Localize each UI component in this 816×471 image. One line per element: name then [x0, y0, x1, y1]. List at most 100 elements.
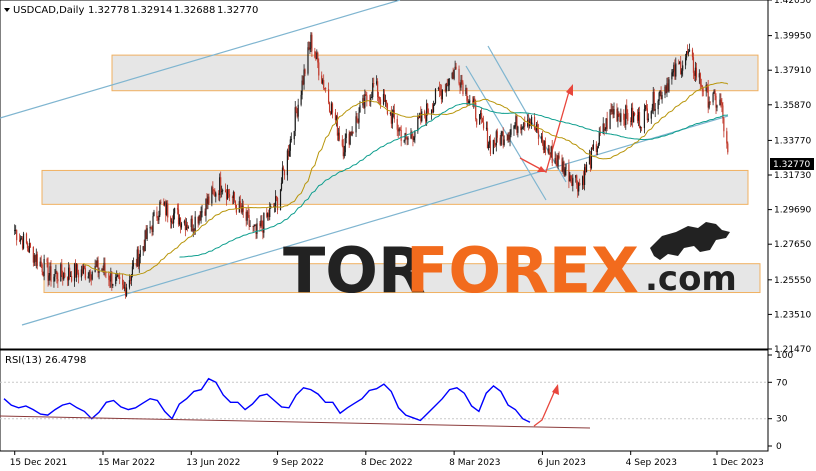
candle-body [613, 109, 615, 115]
candle-body [503, 139, 505, 146]
candle-body [328, 102, 331, 112]
candle-body [453, 69, 455, 79]
candle-body [159, 201, 161, 216]
candle-body [489, 140, 492, 154]
price-legend: USDCAD,Daily 1.32778 1.32914 1.32688 1.3… [4, 5, 258, 16]
candle-body [424, 111, 426, 116]
candle-body [500, 132, 502, 145]
candle-body [318, 62, 320, 76]
y-tick-label: 1.25550 [774, 276, 811, 286]
candle-body [496, 131, 498, 138]
candle-body [36, 254, 38, 266]
candle-body [224, 190, 227, 193]
candle-body [283, 169, 286, 176]
candle-body [91, 271, 93, 280]
candle-body [309, 48, 311, 50]
candle-body [576, 175, 578, 185]
candle-body [239, 201, 241, 208]
candle-body [208, 196, 210, 204]
candle-body [118, 275, 120, 277]
candle-body [256, 223, 258, 234]
candle-body [700, 84, 702, 86]
candle-body [687, 51, 690, 54]
candle-body [702, 90, 704, 92]
candle-body [104, 262, 106, 272]
brand-tor: TOR [283, 234, 426, 307]
candle-body [681, 70, 683, 75]
y-tick-label: 1.31730 [774, 171, 811, 181]
candle-body [646, 108, 648, 121]
candle-body [723, 118, 725, 132]
candle-body [327, 89, 330, 103]
candle-body [212, 187, 214, 191]
candle-body [281, 167, 284, 183]
rsi-y-tick-label: 0 [776, 442, 782, 452]
candle-body [275, 196, 278, 198]
current-price-label: 1.32770 [773, 160, 810, 170]
candle-body [290, 139, 292, 141]
candle-body [393, 110, 395, 120]
candle-body [234, 201, 237, 205]
candle-body [187, 227, 189, 229]
candle-body [344, 138, 346, 153]
candle-body [438, 88, 441, 91]
x-tick-label: 15 Mar 2022 [98, 458, 155, 468]
candle-body [623, 113, 625, 120]
candle-body [247, 211, 249, 216]
candle-body [461, 79, 463, 83]
candle-body [233, 192, 236, 202]
candle-body [643, 109, 646, 129]
x-tick-label: 1 Dec 2023 [712, 458, 764, 468]
candle-body [131, 266, 134, 275]
candle-body [138, 257, 140, 267]
candle-body [289, 139, 291, 151]
y-tick-label: 1.23510 [774, 310, 811, 320]
rsi-y-tick-label: 70 [776, 378, 788, 388]
candle-body [87, 276, 89, 279]
candle-body [458, 68, 460, 84]
candle-body [317, 52, 319, 63]
candle-body [201, 211, 203, 213]
candle-body [650, 111, 652, 119]
candle-body [377, 81, 379, 97]
candle-body [288, 150, 290, 157]
candle-body [446, 83, 448, 86]
candle-body [414, 131, 416, 138]
candle-body [606, 118, 608, 129]
candle-body [427, 103, 429, 114]
candle-body [356, 116, 358, 120]
candle-body [590, 147, 593, 169]
candle-body [570, 175, 572, 180]
candle-body [220, 177, 222, 193]
candle-body [487, 144, 490, 149]
candle-body [248, 215, 250, 227]
candle-body [46, 259, 48, 263]
x-tick-label: 6 Jun 2023 [537, 458, 585, 468]
candle-body [421, 111, 423, 122]
candle-body [167, 203, 169, 218]
candle-body [146, 228, 148, 240]
candle-body [54, 273, 56, 277]
candle-body [371, 97, 373, 99]
candle-body [173, 213, 175, 224]
candle-body [585, 164, 588, 173]
candle-body [119, 276, 121, 280]
candle-body [609, 109, 611, 129]
candle-body [551, 146, 553, 163]
candle-body [323, 80, 325, 89]
y-tick-label: 1.37910 [774, 66, 811, 76]
candle-body [261, 220, 263, 227]
candle-body [221, 191, 223, 193]
candle-body [531, 116, 533, 126]
candle-body [685, 57, 687, 66]
candle-body [661, 95, 663, 100]
candle-body [76, 264, 79, 273]
candle-body [269, 208, 271, 218]
candle-body [25, 233, 28, 244]
candle-body [627, 112, 629, 121]
candle-body [541, 136, 544, 144]
candle-body [152, 216, 154, 233]
candle-body [64, 272, 66, 278]
candle-body [391, 113, 393, 124]
candle-body [125, 287, 128, 296]
